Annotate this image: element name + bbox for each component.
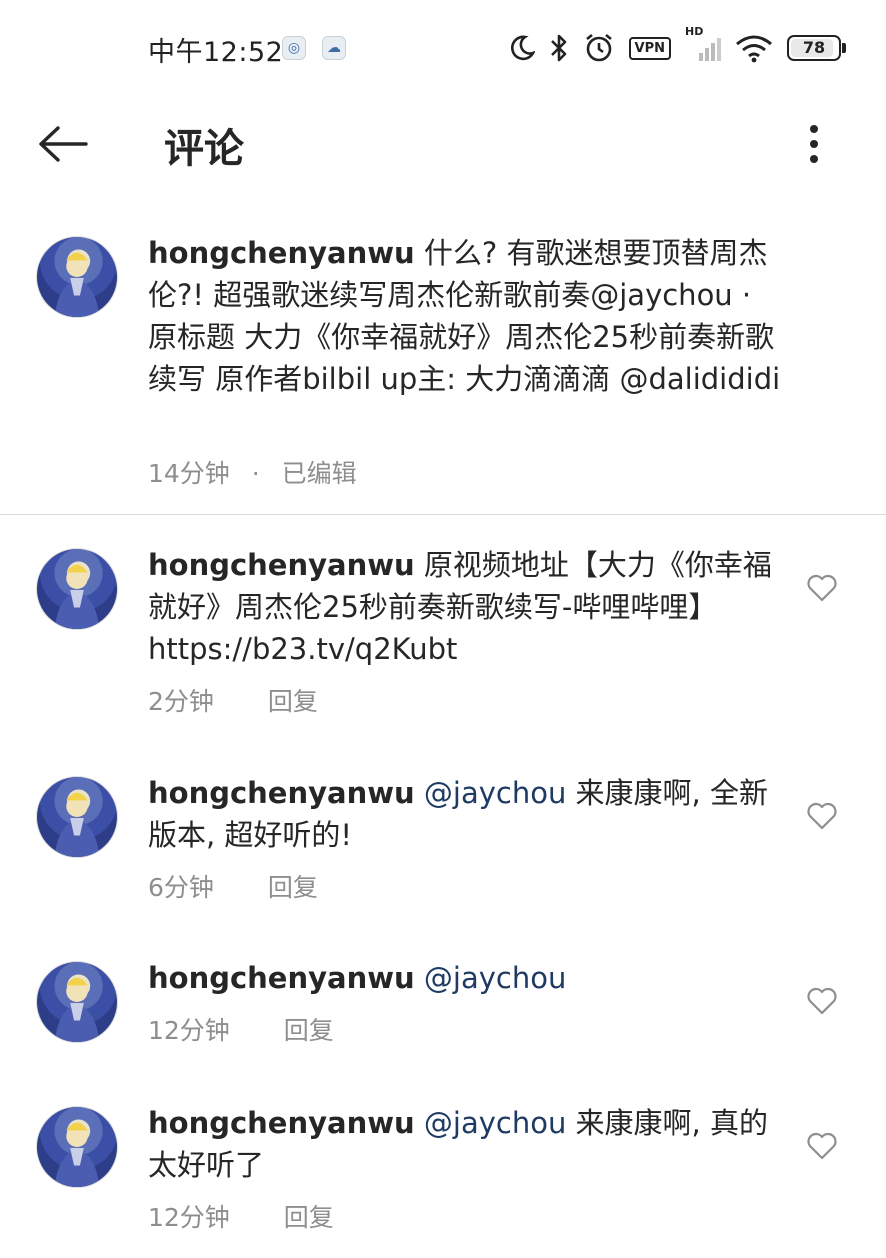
bluetooth-icon (549, 33, 569, 63)
avatar[interactable] (36, 961, 118, 1043)
caption-mention-jaychou[interactable]: @jaychou (590, 278, 732, 312)
comment-username[interactable]: hongchenyanwu (148, 1106, 415, 1140)
caption-time: 14分钟 (148, 459, 230, 488)
heart-icon[interactable] (806, 985, 838, 1017)
avatar[interactable] (36, 236, 118, 318)
divider (0, 514, 886, 515)
page-title: 评论 (164, 126, 244, 172)
status-time: 中午12:52 (148, 37, 284, 68)
alarm-icon (583, 32, 615, 64)
comment-mention[interactable]: @jaychou (415, 1106, 566, 1140)
app-notification-icon: ◎ (282, 36, 306, 60)
comment-text: hongchenyanwu @jaychou 来康康啊, 全新版本, 超好听的! (148, 772, 788, 856)
arrow-left-icon (39, 126, 88, 162)
caption-meta: 14分钟 · 已编辑 (148, 454, 357, 490)
avatar[interactable] (36, 548, 118, 630)
comment-time: 12分钟 (148, 1016, 230, 1045)
hd-label: HD (685, 25, 704, 38)
battery-icon: 78 (787, 35, 846, 61)
battery-level: 78 (802, 38, 826, 57)
comment-meta: 12分钟 回复 (148, 1011, 334, 1047)
heart-icon[interactable] (806, 572, 838, 604)
comment-username[interactable]: hongchenyanwu (148, 776, 415, 810)
caption-username[interactable]: hongchenyanwu (148, 236, 415, 270)
more-button[interactable] (796, 114, 832, 174)
more-vertical-icon (810, 125, 818, 163)
header: 评论 (0, 96, 886, 192)
wifi-icon (735, 33, 773, 63)
edited-label: 已编辑 (281, 459, 357, 488)
signal-icon: HD (685, 25, 721, 63)
comment-time: 2分钟 (148, 687, 214, 716)
reply-button[interactable]: 回复 (284, 1016, 334, 1045)
avatar[interactable] (36, 1106, 118, 1188)
caption-mention-dalidididi[interactable]: @dalidididi (619, 362, 780, 396)
vpn-icon: VPN (628, 36, 671, 60)
comment-meta: 2分钟 回复 (148, 682, 318, 718)
back-button[interactable] (32, 114, 92, 174)
caption-text: hongchenyanwu 什么? 有歌迷想要顶替周杰伦?! 超强歌迷续写周杰伦… (148, 232, 788, 400)
comment-username[interactable]: hongchenyanwu (148, 961, 415, 995)
heart-icon[interactable] (806, 800, 838, 832)
meta-separator: · (251, 459, 260, 488)
reply-button[interactable]: 回复 (284, 1203, 334, 1232)
comment-text: hongchenyanwu 原视频地址【大力《你幸福就好》周杰伦25秒前奏新歌续… (148, 544, 788, 670)
comment-mention[interactable]: @jaychou (415, 961, 566, 995)
comment-text: hongchenyanwu @jaychou 来康康啊, 真的太好听了 (148, 1102, 788, 1186)
comment-meta: 12分钟 回复 (148, 1198, 334, 1234)
reply-button[interactable]: 回复 (268, 687, 318, 716)
status-bar: 中午12:52 ◎ ☁ VPN HD 78 (0, 0, 886, 96)
comment-text: hongchenyanwu @jaychou (148, 957, 788, 999)
reply-button[interactable]: 回复 (268, 873, 318, 902)
comment-time: 6分钟 (148, 873, 214, 902)
comment-time: 12分钟 (148, 1203, 230, 1232)
comment-username[interactable]: hongchenyanwu (148, 548, 415, 582)
comment-meta: 6分钟 回复 (148, 868, 318, 904)
avatar[interactable] (36, 776, 118, 858)
cloud-notification-icon: ☁ (322, 36, 346, 60)
comment-mention[interactable]: @jaychou (415, 776, 566, 810)
moon-icon (509, 34, 535, 62)
heart-icon[interactable] (806, 1130, 838, 1162)
status-icons: VPN HD 78 (509, 25, 846, 66)
